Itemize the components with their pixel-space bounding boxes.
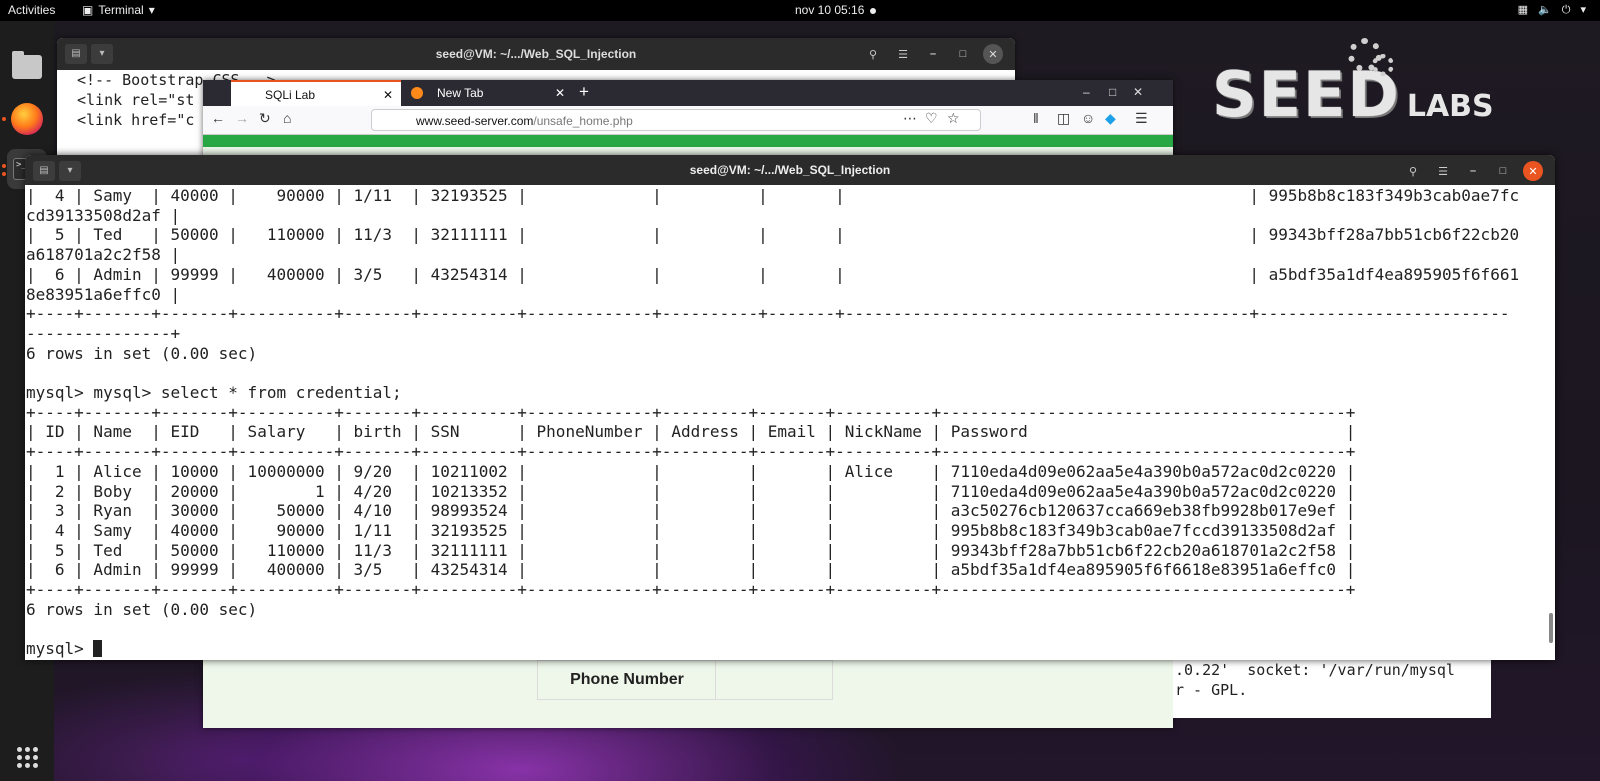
mysql-output: | 4 | Samy | 40000 | 90000 | 1/11 | 3219… [26, 186, 1520, 619]
terminal-header: ▤ ▾ seed@VM: ~/.../Web_SQL_Injection ⚲ ☰… [57, 38, 1015, 70]
url-domain: www.seed-server.com [416, 114, 534, 128]
scrollbar[interactable] [1549, 613, 1553, 643]
app-menu[interactable]: ▣ Terminal ▾ [82, 0, 155, 21]
tab-label: New Tab [437, 86, 484, 100]
tab-label: SQLi Lab [265, 88, 316, 102]
folder-icon [12, 51, 42, 79]
volume-icon: 🔈 [1538, 4, 1552, 16]
navigation-bar: ← → ↻ ⌂ www.seed-server.com/unsafe_home.… [203, 106, 1173, 135]
notification-dot [870, 8, 876, 14]
terminal-window-main[interactable]: ▤ ▾ seed@VM: ~/.../Web_SQL_Injection ⚲ ☰… [25, 155, 1555, 660]
system-tray[interactable]: ▦ 🔈 ⏻ ▾ [1518, 0, 1586, 21]
chevron-down-icon: ▾ [148, 3, 155, 17]
new-tab-button[interactable]: + [579, 80, 589, 104]
mysql-prompt: mysql> [26, 639, 94, 659]
sidebar-icon[interactable]: ◫ [1057, 110, 1070, 127]
firefox-icon [11, 103, 43, 135]
phone-number-value [715, 660, 833, 700]
app-grid-icon [16, 746, 38, 768]
chevron-down-icon: ▾ [1580, 4, 1586, 16]
firefox-launcher[interactable] [7, 99, 47, 139]
tab-bar: SQLi Lab ✕ New Tab ✕ + – □ ✕ [203, 80, 1173, 106]
close-icon[interactable]: ✕ [983, 44, 1003, 64]
files-launcher[interactable] [7, 47, 47, 87]
maximize-icon[interactable]: □ [1493, 161, 1513, 181]
gear-icon [1372, 54, 1394, 76]
terminal-line: <link href="c [77, 111, 195, 129]
search-icon[interactable]: ⚲ [863, 44, 883, 64]
terminal-icon: ▣ [82, 3, 94, 17]
library-icon[interactable]: ‖ [1033, 110, 1039, 126]
search-icon[interactable]: ⚲ [1403, 161, 1423, 181]
home-icon[interactable]: ⌂ [283, 110, 291, 126]
tab-new-tab[interactable]: New Tab ✕ [403, 80, 573, 106]
network-icon: ▦ [1517, 4, 1529, 16]
site-navbar [203, 135, 1173, 147]
menu-icon[interactable]: ☰ [893, 44, 913, 64]
maximize-icon[interactable]: □ [1109, 80, 1116, 104]
menu-icon[interactable]: ☰ [1433, 161, 1453, 181]
terminal-line: <link rel="st [77, 91, 195, 109]
more-actions-icon[interactable]: ⋯ [903, 110, 917, 127]
phone-number-label: Phone Number [537, 660, 717, 700]
extension-icon[interactable]: ◆ [1105, 110, 1116, 127]
url-path: /unsafe_home.php [533, 114, 633, 128]
close-icon[interactable]: ✕ [555, 80, 565, 106]
terminal-window-partial[interactable]: .0.22' socket: '/var/run/mysql r - GPL. [1173, 652, 1491, 718]
minimize-icon[interactable]: – [1463, 161, 1483, 181]
account-icon[interactable]: ☺ [1081, 110, 1095, 126]
close-icon[interactable]: ✕ [1523, 161, 1543, 181]
url-bar[interactable]: www.seed-server.com/unsafe_home.php [371, 109, 981, 131]
back-icon[interactable]: ← [211, 110, 225, 126]
minimize-icon[interactable]: – [923, 44, 943, 64]
top-bar: Activities ▣ Terminal ▾ nov 10 05:16 ▦ 🔈… [0, 0, 1600, 21]
terminal-line: .0.22' socket: '/var/run/mysql [1175, 661, 1455, 679]
pocket-icon[interactable]: ♡ [925, 110, 938, 127]
app-menu-label: Terminal [98, 3, 144, 17]
bookmark-star-icon[interactable]: ☆ [947, 110, 960, 127]
seed-labs-logo: SEED LABS [1212, 38, 1494, 131]
tab-sqli-lab[interactable]: SQLi Lab ✕ [231, 80, 401, 106]
menu-icon[interactable]: ☰ [1135, 110, 1148, 127]
show-applications-button[interactable] [7, 737, 47, 777]
running-indicator [2, 172, 6, 176]
clock[interactable]: nov 10 05:16 [795, 0, 864, 21]
close-icon[interactable]: ✕ [1133, 80, 1143, 104]
activities-button[interactable]: Activities [8, 0, 55, 21]
reload-icon[interactable]: ↻ [259, 110, 271, 127]
forward-icon[interactable]: → [235, 110, 249, 126]
window-title: seed@VM: ~/.../Web_SQL_Injection [689, 163, 891, 177]
running-indicator [2, 164, 6, 168]
close-icon[interactable]: ✕ [383, 82, 393, 108]
terminal-line: r - GPL. [1175, 681, 1248, 699]
firefox-icon [411, 87, 423, 99]
power-icon: ⏻ [1561, 4, 1571, 16]
terminal-header: ▤ ▾ seed@VM: ~/.../Web_SQL_Injection ⚲ ☰… [25, 155, 1555, 185]
text-cursor [93, 640, 103, 658]
terminal-output[interactable]: | 4 | Samy | 40000 | 90000 | 1/11 | 3219… [25, 185, 1547, 660]
minimize-icon[interactable]: – [1083, 80, 1090, 104]
running-indicator [2, 117, 6, 121]
maximize-icon[interactable]: □ [953, 44, 973, 64]
